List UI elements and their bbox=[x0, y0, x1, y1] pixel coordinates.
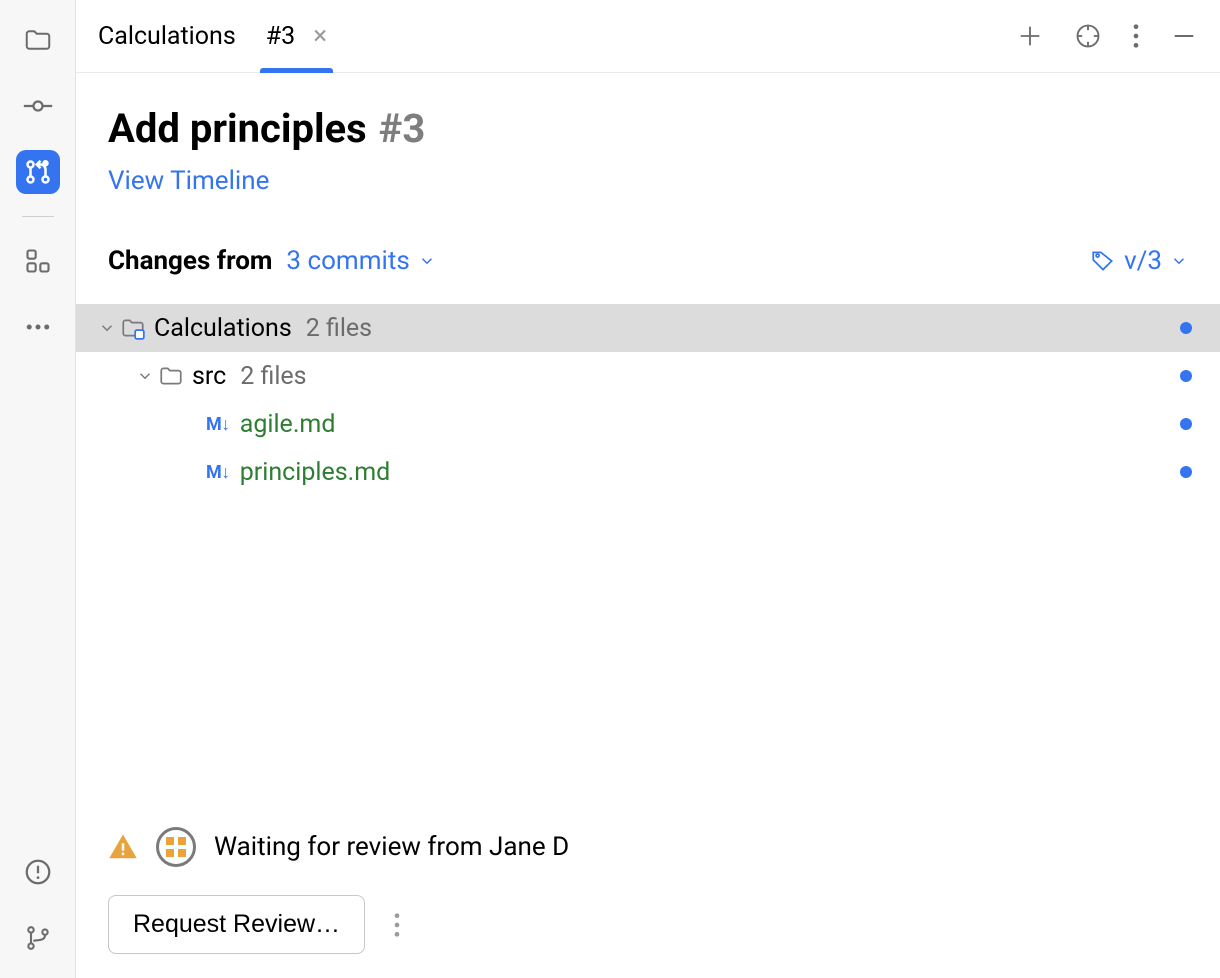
tab-label: #3 bbox=[266, 22, 295, 51]
separator bbox=[22, 216, 54, 217]
kebab-icon[interactable] bbox=[393, 911, 401, 939]
avatar bbox=[156, 827, 196, 867]
tree-meta: 2 files bbox=[240, 362, 306, 391]
chevron-down-icon[interactable] bbox=[132, 367, 158, 385]
folder-icon[interactable] bbox=[16, 18, 60, 62]
page-title: Add principles #3 bbox=[76, 105, 1220, 152]
status-text: Waiting for review from Jane D bbox=[214, 832, 569, 862]
change-indicator bbox=[1180, 322, 1192, 334]
branch-icon[interactable] bbox=[16, 916, 60, 960]
tab-label: Calculations bbox=[98, 22, 236, 51]
target-icon[interactable] bbox=[1074, 22, 1102, 50]
markdown-icon: M↓ bbox=[206, 462, 230, 483]
title-number: #3 bbox=[379, 105, 426, 152]
kebab-icon[interactable] bbox=[1132, 22, 1140, 50]
tree-label: principles.md bbox=[240, 458, 390, 487]
main-panel: Calculations #3 × Add principles #3 bbox=[76, 0, 1220, 978]
markdown-icon: M↓ bbox=[206, 414, 230, 435]
module-icon bbox=[120, 315, 146, 341]
review-status: Waiting for review from Jane D bbox=[108, 827, 1188, 867]
tree-file[interactable]: M↓ principles.md bbox=[76, 448, 1220, 496]
tree-file[interactable]: M↓ agile.md bbox=[76, 400, 1220, 448]
apps-icon[interactable] bbox=[16, 239, 60, 283]
more-icon[interactable] bbox=[16, 305, 60, 349]
tree-meta: 2 files bbox=[306, 314, 372, 343]
pull-request-icon[interactable] bbox=[16, 150, 60, 194]
tab-calculations[interactable]: Calculations bbox=[98, 0, 236, 73]
issue-icon[interactable] bbox=[16, 850, 60, 894]
tree-folder[interactable]: src 2 files bbox=[76, 352, 1220, 400]
tab-bar: Calculations #3 × bbox=[76, 0, 1220, 73]
chevron-down-icon bbox=[1170, 252, 1188, 270]
commit-icon[interactable] bbox=[16, 84, 60, 128]
left-sidebar bbox=[0, 0, 76, 978]
view-timeline-link[interactable]: View Timeline bbox=[76, 166, 1220, 196]
changes-from-row: Changes from 3 commits v/3 bbox=[76, 246, 1220, 276]
tree-label: agile.md bbox=[240, 410, 336, 439]
commits-dropdown[interactable]: 3 commits bbox=[286, 246, 435, 276]
changes-tree: Calculations 2 files src 2 files M↓ ag bbox=[76, 304, 1220, 827]
tag-icon bbox=[1090, 248, 1116, 274]
tab-pr-3[interactable]: #3 × bbox=[266, 0, 327, 73]
tree-label: src bbox=[192, 362, 226, 391]
action-row: Request Review… bbox=[108, 895, 1188, 954]
change-indicator bbox=[1180, 418, 1192, 430]
warning-icon bbox=[108, 832, 138, 862]
request-review-button[interactable]: Request Review… bbox=[108, 895, 365, 954]
close-icon[interactable]: × bbox=[313, 23, 327, 49]
minimize-icon[interactable] bbox=[1170, 22, 1198, 50]
content: Add principles #3 View Timeline Changes … bbox=[76, 73, 1220, 978]
tree-label: Calculations bbox=[154, 314, 292, 343]
title-text: Add principles bbox=[108, 105, 367, 152]
add-icon[interactable] bbox=[1016, 22, 1044, 50]
change-indicator bbox=[1180, 370, 1192, 382]
chevron-down-icon[interactable] bbox=[94, 319, 120, 337]
tree-root[interactable]: Calculations 2 files bbox=[76, 304, 1220, 352]
change-indicator bbox=[1180, 466, 1192, 478]
footer: Waiting for review from Jane D Request R… bbox=[76, 827, 1220, 954]
folder-icon bbox=[158, 363, 184, 389]
version-dropdown[interactable]: v/3 bbox=[1090, 246, 1188, 276]
chevron-down-icon bbox=[418, 252, 436, 270]
changes-from-label: Changes from bbox=[108, 246, 272, 276]
